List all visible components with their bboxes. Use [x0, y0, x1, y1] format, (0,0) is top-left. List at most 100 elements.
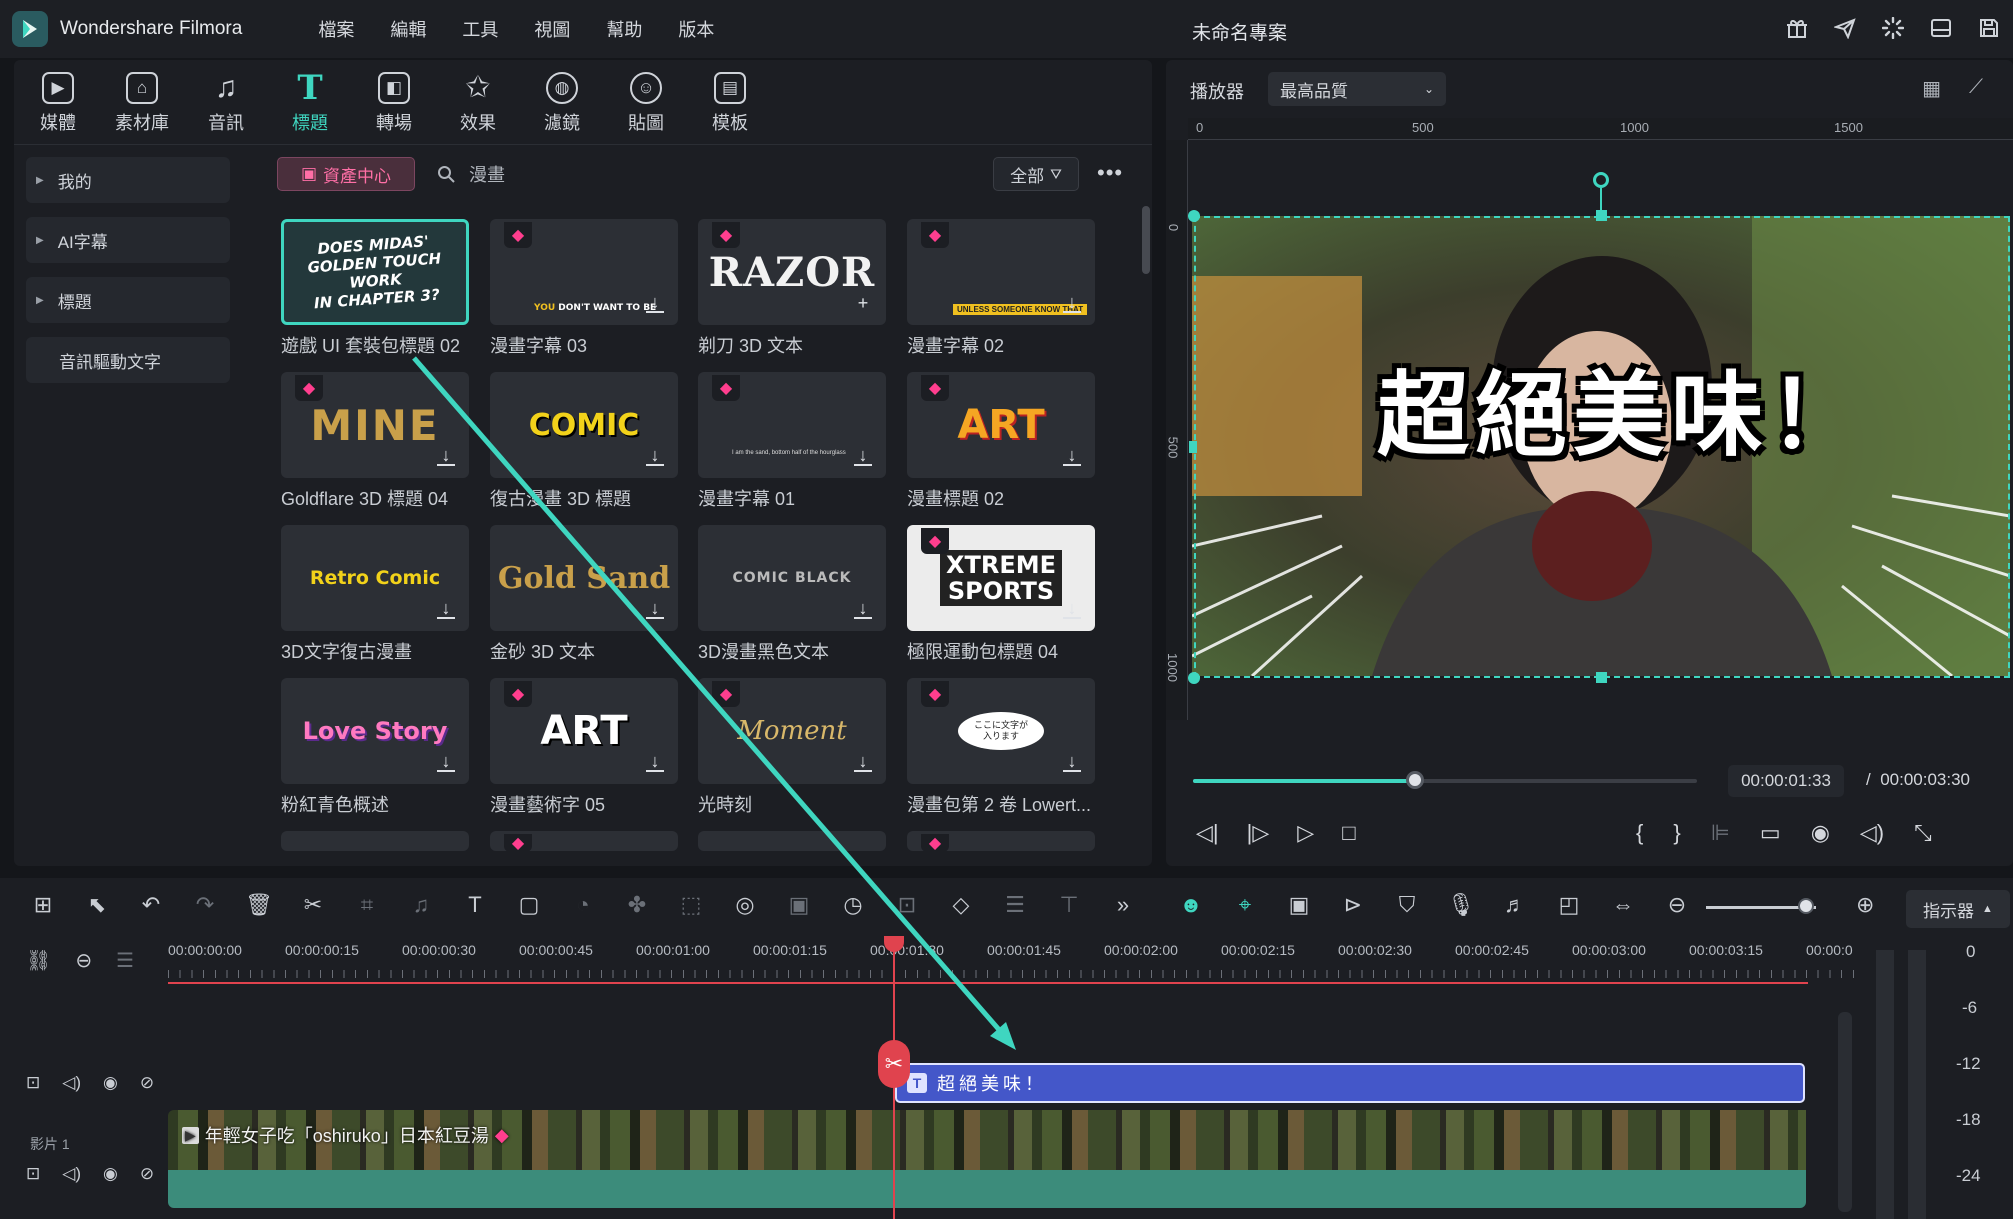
more-options-icon[interactable]: ••• — [1097, 160, 1123, 186]
title-template-card[interactable]: XTREME SPORTS ◆ ↓ — [907, 525, 1095, 631]
title-template-card[interactable]: ◆ — [907, 831, 1095, 851]
resize-handle[interactable] — [1188, 672, 1200, 684]
insert-icon[interactable]: ⊫ — [1711, 820, 1730, 846]
timeline-scrollbar[interactable] — [1838, 1012, 1852, 1212]
resize-handle[interactable] — [1189, 441, 1197, 453]
title-template-card[interactable]: ここに文字が 入ります ◆ ↓ — [907, 678, 1095, 784]
track-manage-icon[interactable]: ☰ — [116, 948, 134, 973]
microphone-icon[interactable]: 🎙 — [1434, 892, 1488, 918]
download-icon[interactable]: ↓ — [646, 752, 664, 772]
shield-icon[interactable]: ⛉ — [1380, 892, 1434, 918]
unlink-icon[interactable]: ⛓ — [26, 948, 51, 973]
shape-icon[interactable]: ▢ — [502, 892, 556, 918]
lock-icon[interactable]: ⊡ — [26, 1164, 40, 1184]
search-input[interactable]: 漫畫 — [469, 161, 505, 187]
download-icon[interactable]: ↓ — [854, 752, 872, 772]
sidebar-item-titles[interactable]: ▶ 標題 — [26, 277, 230, 323]
title-template-card[interactable]: RAZOR ◆ + — [698, 219, 886, 325]
resize-handle[interactable] — [1596, 672, 1607, 683]
gift-icon[interactable] — [1783, 14, 1811, 42]
title-template-card[interactable]: MINE ◆ ↓ — [281, 372, 469, 478]
ai-text-icon[interactable]: ⊤ — [1042, 892, 1096, 918]
sidebar-item-audio-text[interactable]: 音訊驅動文字 — [26, 337, 230, 383]
download-icon[interactable]: ↓ — [1063, 599, 1081, 619]
snapshot-icon[interactable]: ◉ — [1811, 820, 1830, 846]
split-scissor-icon[interactable]: ✂ — [878, 1040, 910, 1088]
menu-item-file[interactable]: 檔案 — [300, 16, 372, 42]
keyframe-icon[interactable]: ◇ — [934, 892, 988, 918]
search-box[interactable]: 漫畫 — [437, 161, 505, 187]
add-icon[interactable]: + — [854, 293, 872, 313]
library-scrollbar[interactable] — [1142, 206, 1150, 274]
fit-icon[interactable]: ⇔ — [1596, 892, 1650, 918]
speaker-icon[interactable]: ◁) — [62, 1164, 81, 1184]
title-template-card[interactable]: ART ◆ ↓ — [490, 678, 678, 784]
download-icon[interactable]: ↓ — [1063, 446, 1081, 466]
audio-clip[interactable] — [168, 1170, 1806, 1208]
menu-item-tools[interactable]: 工具 — [444, 16, 516, 42]
waveform-icon[interactable]: ⟋ — [1969, 76, 1983, 101]
video-clip[interactable]: ▶ 年輕女子吃「oshiruko」日本紅豆湯 ◆ — [168, 1110, 1806, 1170]
title-template-card[interactable] — [281, 831, 469, 851]
preview-render-icon[interactable]: ◰ — [1542, 892, 1596, 918]
delete-icon[interactable]: 🗑 — [232, 892, 286, 918]
title-clip[interactable]: T 超絕美味！ — [895, 1063, 1805, 1103]
menu-item-version[interactable]: 版本 — [660, 16, 732, 42]
title-template-card[interactable]: Moment ◆ ↓ — [698, 678, 886, 784]
mark-in-icon[interactable]: { — [1636, 820, 1643, 846]
ai-mate-icon[interactable]: ☻ — [1164, 892, 1218, 918]
zoom-out-icon[interactable]: ⊖ — [1650, 892, 1704, 918]
apps-icon[interactable]: ⊞ — [16, 892, 70, 918]
redo-icon[interactable]: ↷ — [178, 892, 232, 918]
timer-icon[interactable]: ◷ — [826, 892, 880, 918]
download-icon[interactable]: ↓ — [437, 752, 455, 772]
tab-titles[interactable]: T 標題 — [268, 68, 352, 138]
tab-filters[interactable]: ◍ 濾鏡 — [520, 68, 604, 138]
tab-templates[interactable]: ▤ 模板 — [688, 68, 772, 138]
snap-icon[interactable]: ⌖ — [1218, 892, 1272, 918]
ai-image-icon[interactable]: ▣ — [772, 892, 826, 918]
title-template-card[interactable]: ◆ — [490, 831, 678, 851]
title-template-card[interactable]: YOU DON'T WANT TO BE ◆ ↓ — [490, 219, 678, 325]
text-icon[interactable]: T — [448, 892, 502, 918]
download-icon[interactable]: ↓ — [854, 599, 872, 619]
play-icon[interactable]: ▷ — [1297, 820, 1314, 846]
render-icon[interactable]: ⊳ — [1326, 892, 1380, 918]
adjust-icon[interactable]: ☰ — [988, 892, 1042, 918]
download-icon[interactable]: ↓ — [646, 599, 664, 619]
title-template-card[interactable]: Gold Sand ↓ — [490, 525, 678, 631]
selection-box[interactable] — [1194, 216, 2010, 678]
link-icon[interactable]: ⊖ — [75, 948, 92, 973]
undo-icon[interactable]: ↶ — [124, 892, 178, 918]
asset-center-button[interactable]: ▣ 資產中心 — [277, 157, 415, 191]
more-tools-icon[interactable]: » — [1096, 892, 1150, 918]
grid-icon[interactable]: ▦ — [1922, 76, 1941, 101]
freeze-icon[interactable]: ⊡ — [880, 892, 934, 918]
tab-media[interactable]: ▶ 媒體 — [16, 68, 100, 138]
indicator-dropdown[interactable]: 指示器 ▲ — [1906, 890, 2010, 928]
display-icon[interactable]: ▭ — [1760, 820, 1781, 846]
loading-icon[interactable] — [1879, 14, 1907, 42]
volume-icon[interactable]: ◁) — [1860, 820, 1884, 846]
audio-detach-icon[interactable]: ♫ — [394, 892, 448, 918]
speaker-icon[interactable]: ◁) — [62, 1073, 81, 1093]
title-template-card[interactable]: DOES MIDAS' GOLDEN TOUCH WORK IN CHAPTER 3… — [281, 219, 469, 325]
menu-item-help[interactable]: 幫助 — [588, 16, 660, 42]
title-template-card[interactable]: Retro Comic ↓ — [281, 525, 469, 631]
music-list-icon[interactable]: ♬ — [1488, 892, 1542, 918]
save-icon[interactable] — [1975, 14, 2003, 42]
download-icon[interactable]: ↓ — [1063, 293, 1081, 313]
filter-dropdown[interactable]: 全部 ⛛ — [993, 157, 1079, 191]
hide-icon[interactable]: ⊘ — [140, 1164, 154, 1184]
timeline-ruler[interactable]: 00:00:00:00 00:00:00:15 00:00:00:30 00:00:0… — [168, 940, 1854, 984]
tab-transitions[interactable]: ◧ 轉場 — [352, 68, 436, 138]
fullscreen-icon[interactable]: ⤡ — [1914, 820, 1932, 846]
cut-icon[interactable]: ✂ — [286, 892, 340, 918]
rotate-handle[interactable] — [1593, 172, 1609, 188]
zoom-in-icon[interactable]: ⊕ — [1856, 892, 1874, 918]
download-icon[interactable]: ↓ — [1063, 752, 1081, 772]
speed-icon[interactable]: ◔ — [556, 892, 610, 918]
color-icon[interactable]: ✤ — [610, 892, 664, 918]
auto-highlight-icon[interactable]: ▣ — [1272, 892, 1326, 918]
sidebar-item-mine[interactable]: ▶ 我的 — [26, 157, 230, 203]
